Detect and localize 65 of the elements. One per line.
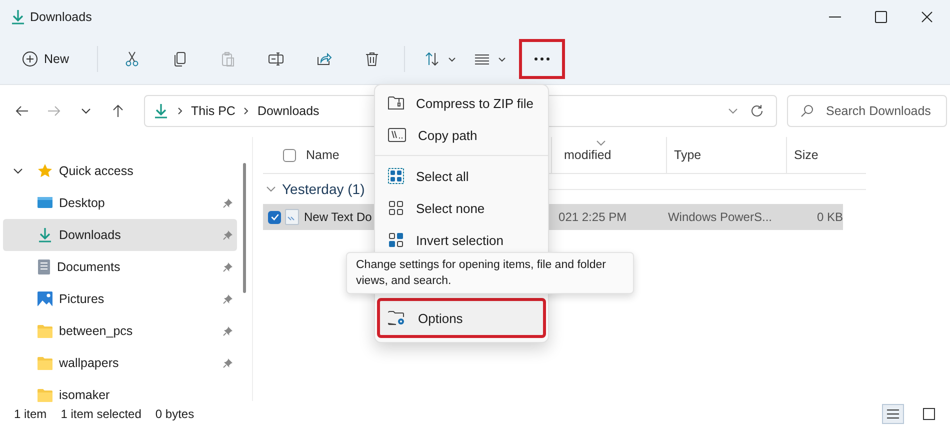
table-cell: New Text Do: [304, 210, 372, 224]
group-header[interactable]: Yesterday (1): [282, 181, 365, 197]
column-header[interactable]: Size: [786, 137, 866, 173]
search-field[interactable]: Search Downloads: [787, 95, 947, 127]
download-icon: [37, 227, 53, 243]
download-icon: [10, 9, 26, 25]
square-icon: [922, 407, 936, 421]
table-cell: 0 KB: [816, 210, 843, 224]
nav-item[interactable]: Quick access: [3, 155, 237, 187]
download-icon: [153, 103, 169, 119]
invert-selection-icon: [388, 232, 404, 248]
maximize-icon: [875, 11, 887, 23]
nav-item[interactable]: Downloads: [3, 219, 237, 251]
chevron-icon: [81, 108, 91, 114]
select-all-icon: [388, 168, 404, 184]
chevron-icon: [728, 108, 738, 114]
status-text: 1 item: [14, 407, 47, 421]
nav-item[interactable]: between_pcs: [3, 315, 237, 347]
grid-icon: [388, 200, 404, 216]
folder-icon: [37, 324, 53, 338]
nav-item[interactable]: Desktop: [3, 187, 237, 219]
breadcrumb[interactable]: This PC: [191, 104, 236, 118]
path-icon: [388, 128, 406, 142]
new-button[interactable]: New: [12, 39, 80, 79]
zip-folder-icon: [388, 96, 404, 110]
menu-item[interactable]: Select all: [377, 160, 546, 192]
folder-gear-icon: [388, 310, 406, 326]
file-icon: [285, 209, 299, 225]
back-arrow-icon: [15, 105, 29, 117]
desktop-icon: [37, 196, 53, 210]
breadcrumb[interactable]: Downloads: [257, 104, 320, 118]
folder-icon: [37, 356, 53, 370]
nav-item[interactable]: wallpapers: [3, 347, 237, 379]
minimize-icon: [829, 16, 841, 18]
status-text: 0 bytes: [155, 407, 194, 421]
details-view-button[interactable]: [882, 404, 904, 424]
table-cell: Windows PowerS...: [668, 210, 772, 224]
more-icon[interactable]: [519, 39, 566, 79]
plus-circle-icon: [22, 51, 38, 67]
chevron-icon: [13, 168, 23, 174]
status-text: 1 item selected: [60, 407, 142, 421]
nav-item[interactable]: Pictures: [3, 283, 237, 315]
column-header[interactable]: Type: [666, 137, 786, 173]
table-cell: 021 2:25 PM: [558, 210, 627, 224]
up-arrow-icon: [112, 104, 124, 118]
star-icon: [37, 163, 53, 179]
checkbox[interactable]: [283, 148, 296, 162]
folder-icon: [37, 388, 53, 402]
details-icon: [886, 408, 900, 420]
checkbox[interactable]: [268, 210, 281, 224]
search-icon: [800, 104, 814, 118]
nav-item[interactable]: Documents: [3, 251, 237, 283]
forward-arrow-icon: [47, 105, 61, 117]
tooltip: Change settings for opening items, file and folder views, and search.: [346, 252, 634, 294]
chevron-icon: [243, 107, 250, 115]
document-icon: [37, 259, 51, 275]
column-header[interactable]: modified: [551, 137, 666, 173]
picture-icon: [37, 291, 53, 307]
close-icon: [921, 11, 933, 23]
window-title: Downloads: [30, 10, 92, 24]
menu-item[interactable]: Copy path: [377, 119, 546, 151]
chevron-icon: [177, 107, 183, 115]
menu-item[interactable]: Compress to ZIP file: [377, 87, 546, 119]
scrollbar[interactable]: [243, 163, 246, 293]
menu-item[interactable]: Options: [377, 298, 546, 338]
